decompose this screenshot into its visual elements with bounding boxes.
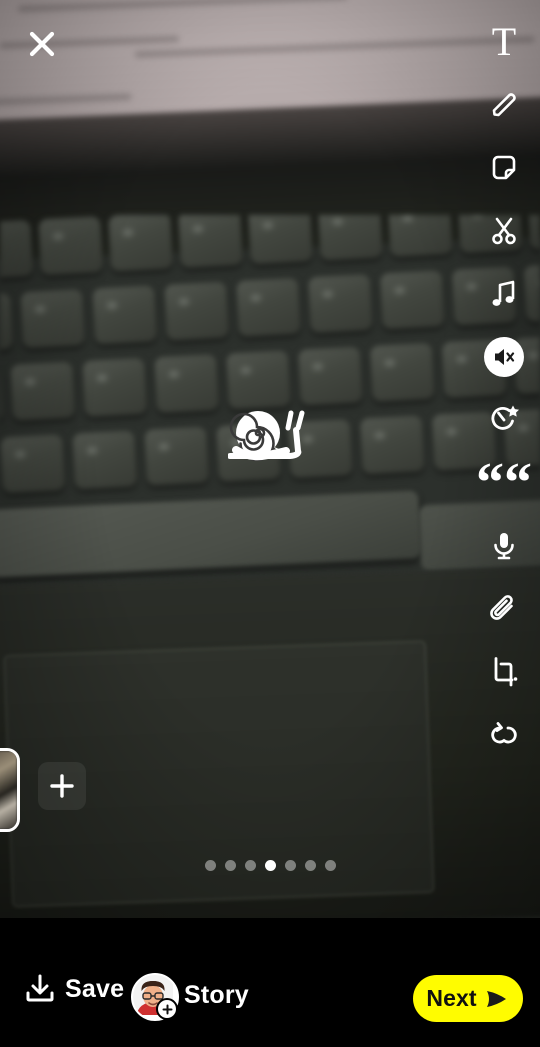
tool-sticker-button[interactable]	[476, 142, 532, 194]
snap-editor-screen: T ““ Save Story Next	[0, 0, 540, 1047]
speaker-mute-icon	[495, 349, 515, 365]
pencil-icon	[492, 93, 516, 117]
tool-timer-button[interactable]	[476, 394, 532, 446]
scissors-icon	[492, 217, 516, 245]
music-note-icon	[492, 280, 515, 306]
page-dot[interactable]	[304, 860, 316, 871]
plus-icon	[162, 1004, 172, 1014]
page-indicator-dots[interactable]	[0, 860, 540, 871]
loop-icon	[491, 722, 517, 744]
text-icon: T	[491, 19, 517, 64]
add-snap-button[interactable]	[38, 762, 86, 810]
snap-thumbnail[interactable]	[0, 748, 20, 832]
close-icon	[29, 31, 55, 57]
page-dot[interactable]	[224, 860, 236, 871]
tool-music-button[interactable]	[476, 268, 532, 320]
tool-caption-button[interactable]: ““	[476, 451, 532, 514]
sticker-icon	[492, 155, 516, 180]
tool-draw-button[interactable]	[476, 79, 532, 131]
save-label: Save	[65, 974, 125, 1003]
page-dot-active[interactable]	[264, 860, 276, 871]
timer-star-icon	[491, 405, 519, 430]
next-label: Next	[426, 985, 477, 1011]
tool-voice-button[interactable]	[476, 520, 532, 572]
crop-icon	[494, 657, 518, 687]
quote-icon: ““	[476, 451, 532, 514]
play-arrow-icon	[486, 990, 506, 1007]
page-dot[interactable]	[204, 860, 216, 871]
close-button[interactable]	[18, 20, 66, 68]
story-button[interactable]: Story	[131, 973, 249, 1021]
microphone-icon	[494, 533, 514, 560]
tool-scissors-button[interactable]	[476, 205, 532, 257]
download-icon	[26, 974, 54, 1002]
tool-text-button[interactable]: T	[476, 16, 532, 68]
plus-icon	[50, 774, 74, 798]
edit-tool-rail: T ““	[476, 16, 532, 772]
paperclip-icon	[490, 595, 513, 620]
avatar-add-badge[interactable]	[156, 998, 178, 1020]
tool-attach-button[interactable]	[476, 583, 532, 635]
tool-mute-button[interactable]	[484, 337, 524, 377]
story-label: Story	[184, 980, 249, 1009]
save-button[interactable]: Save	[24, 973, 124, 1005]
snail-sticker[interactable]	[227, 406, 314, 464]
page-dot[interactable]	[284, 860, 296, 871]
next-button[interactable]: Next	[413, 975, 523, 1022]
page-dot[interactable]	[324, 860, 336, 871]
avatar[interactable]	[131, 973, 179, 1021]
page-dot[interactable]	[244, 860, 256, 871]
tool-loop-button[interactable]	[476, 709, 532, 761]
tool-crop-button[interactable]	[476, 646, 532, 698]
snail-icon	[227, 410, 305, 462]
